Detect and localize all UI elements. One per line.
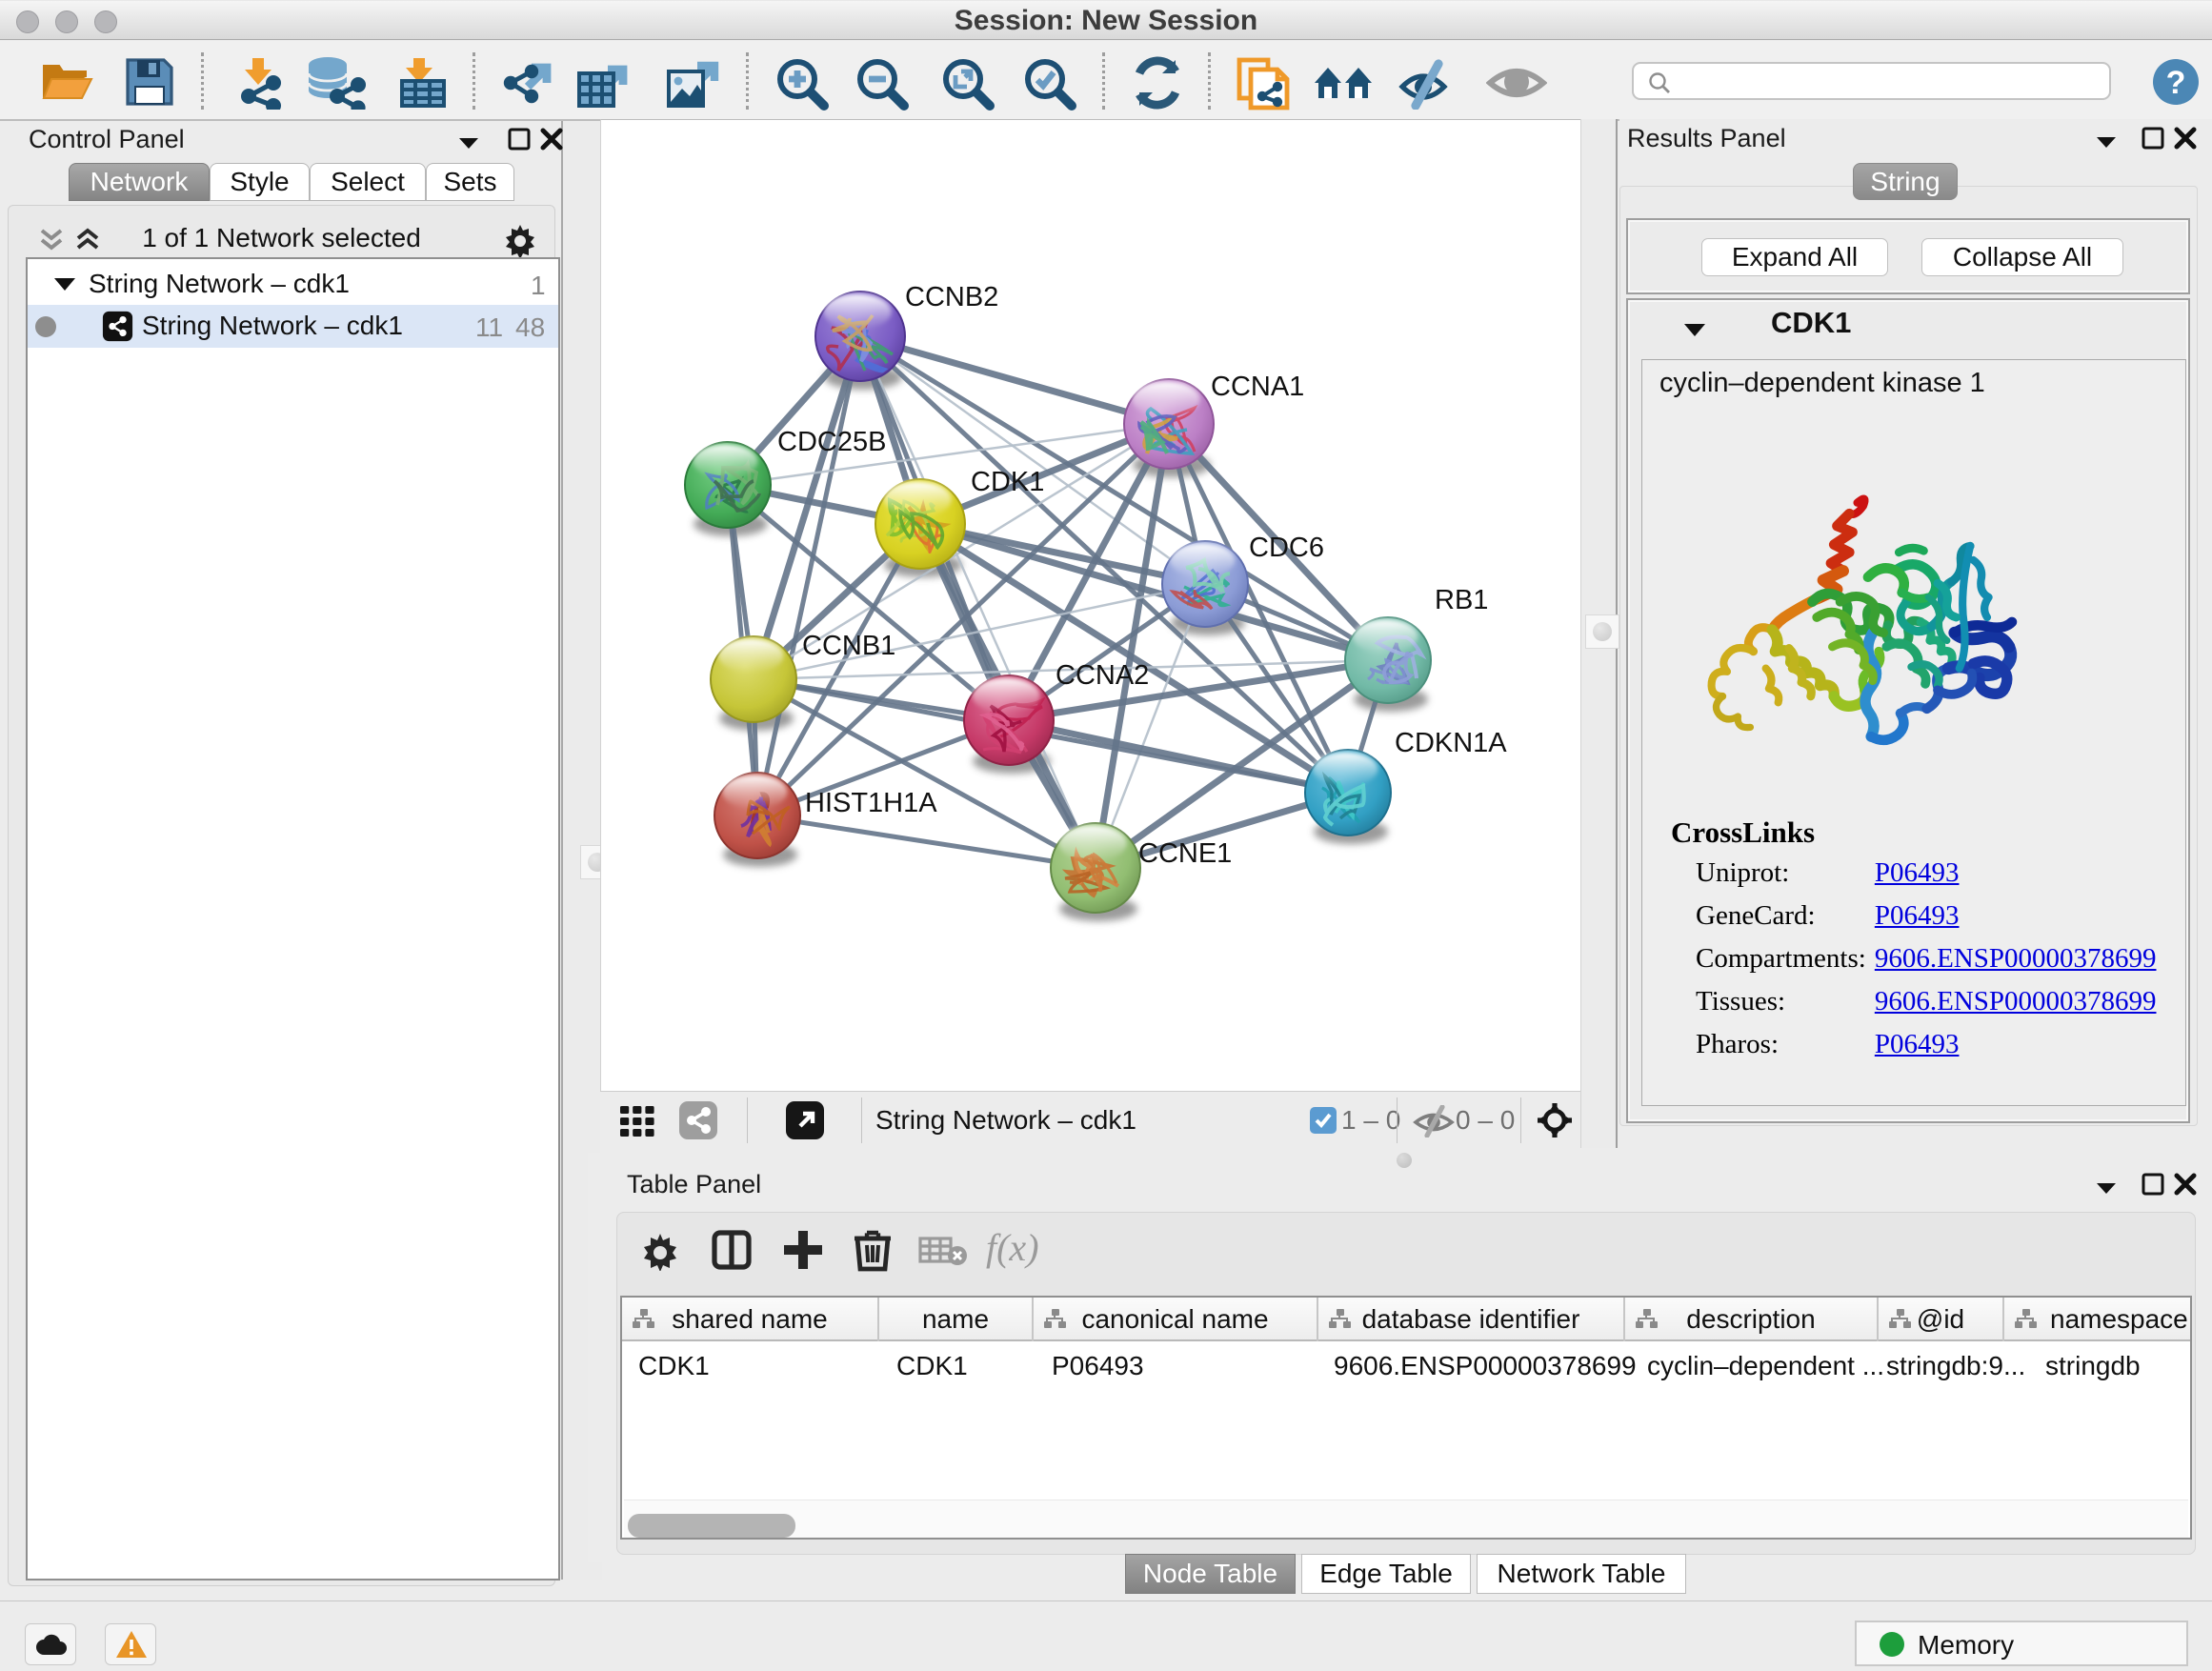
svg-text:CDC25B: CDC25B [777, 427, 886, 457]
svg-text:CCNB1: CCNB1 [802, 631, 895, 661]
svg-text:RB1: RB1 [1435, 585, 1488, 615]
svg-text:CDKN1A: CDKN1A [1395, 728, 1507, 758]
svg-text:CDC6: CDC6 [1249, 533, 1324, 563]
svg-text:?: ? [2166, 65, 2186, 101]
svg-text:CCNB2: CCNB2 [905, 282, 998, 312]
svg-text:CCNA1: CCNA1 [1211, 372, 1304, 402]
svg-text:HIST1H1A: HIST1H1A [805, 788, 937, 818]
svg-text:CCNE1: CCNE1 [1138, 838, 1232, 869]
svg-text:CCNA2: CCNA2 [1056, 660, 1149, 691]
svg-text:CDK1: CDK1 [971, 467, 1044, 497]
